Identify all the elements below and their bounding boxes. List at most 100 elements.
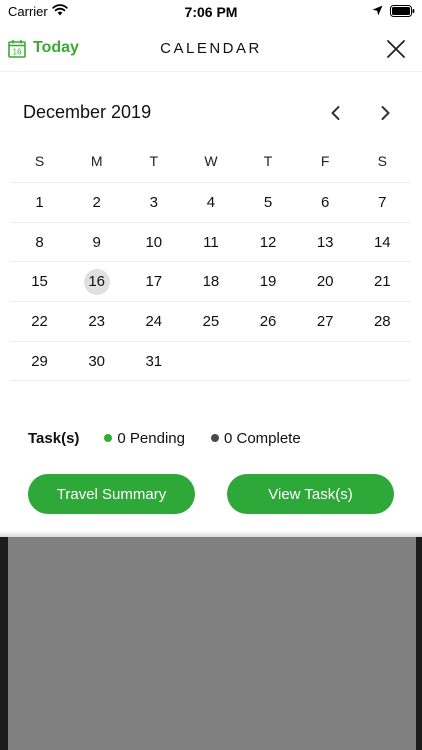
- day-cell[interactable]: 9: [68, 223, 125, 262]
- complete-count: 0 Complete: [223, 429, 301, 447]
- day-cell[interactable]: 2: [68, 183, 125, 222]
- battery-icon: [390, 5, 415, 17]
- day-cell[interactable]: 25: [182, 302, 239, 341]
- day-cell[interactable]: 13: [297, 223, 354, 262]
- day-cell[interactable]: 29: [11, 342, 68, 381]
- week-row: 22 23 24 25 26 27 28: [11, 302, 411, 342]
- selected-day-cell[interactable]: 16: [68, 262, 125, 301]
- day-cell[interactable]: 31: [125, 342, 182, 381]
- empty-day-cell: [240, 342, 297, 381]
- day-cell[interactable]: 27: [297, 302, 354, 341]
- pending-count: 0 Pending: [117, 429, 185, 447]
- day-number: 27: [316, 312, 334, 330]
- day-number: 6: [321, 193, 330, 211]
- day-cell[interactable]: 22: [11, 302, 68, 341]
- day-number: 30: [88, 352, 106, 370]
- week-row: 8 9 10 11 12 13 14: [11, 223, 411, 263]
- close-icon[interactable]: [386, 39, 406, 59]
- location-arrow-icon: [372, 5, 383, 16]
- weekday-label: W: [204, 153, 218, 169]
- day-number: 11: [203, 233, 219, 251]
- day-number: 7: [378, 193, 387, 211]
- weekday-label: M: [90, 153, 103, 169]
- day-number: 29: [31, 352, 48, 370]
- day-cell[interactable]: 19: [240, 262, 297, 301]
- day-cell[interactable]: 3: [125, 183, 182, 222]
- day-number: 20: [316, 273, 334, 291]
- day-cell[interactable]: 10: [125, 223, 182, 262]
- day-number: 9: [92, 233, 101, 251]
- day-cell[interactable]: 14: [354, 223, 411, 262]
- day-number: 14: [373, 233, 391, 251]
- day-number: 21: [373, 273, 391, 291]
- day-number: 26: [259, 312, 277, 330]
- page-title: CALENDAR: [160, 40, 262, 57]
- day-number: 19: [259, 273, 277, 291]
- day-number: 15: [31, 273, 48, 291]
- empty-day-cell: [297, 342, 354, 381]
- day-cell[interactable]: 30: [68, 342, 125, 381]
- day-cell[interactable]: 28: [354, 302, 411, 341]
- view-tasks-button[interactable]: View Task(s): [227, 474, 394, 514]
- weekday-label: T: [263, 153, 273, 169]
- week-row: 1 2 3 4 5 6 7: [11, 183, 411, 223]
- status-bar: Carrier 7:06 PM: [0, 0, 422, 24]
- weekday-label: T: [149, 153, 159, 169]
- selected-day-number: 16: [83, 268, 110, 295]
- day-cell[interactable]: 23: [68, 302, 125, 341]
- day-number: 12: [259, 233, 277, 251]
- pending-dot-icon: [104, 434, 113, 442]
- day-number: 17: [145, 273, 163, 291]
- day-number: 28: [373, 312, 391, 330]
- day-cell[interactable]: 12: [240, 223, 297, 262]
- day-cell[interactable]: 26: [240, 302, 297, 341]
- week-row: 15 16 17 18 19 20 21: [11, 262, 411, 303]
- day-number: 31: [145, 352, 163, 370]
- day-cell[interactable]: 15: [11, 262, 68, 301]
- day-cell[interactable]: 17: [125, 262, 182, 301]
- weekday-label: S: [34, 153, 45, 169]
- status-time: 7:06 PM: [184, 4, 238, 20]
- tasks-label: Task(s): [28, 429, 80, 447]
- sheet-bottom-edge: [0, 531, 422, 537]
- day-cell[interactable]: 24: [125, 302, 182, 341]
- day-cell[interactable]: 5: [240, 183, 297, 222]
- empty-day-cell: [182, 342, 239, 381]
- weekday-label: F: [320, 153, 330, 169]
- day-cell[interactable]: 1: [11, 183, 68, 222]
- day-number: 13: [316, 233, 334, 251]
- chevron-left-icon[interactable]: [326, 103, 346, 123]
- chevron-right-icon[interactable]: [375, 103, 395, 123]
- day-number: 1: [35, 193, 44, 211]
- empty-day-cell: [354, 342, 411, 381]
- day-cell[interactable]: 8: [11, 223, 68, 262]
- day-number: 22: [31, 312, 48, 330]
- day-number: 3: [149, 193, 158, 211]
- day-number: 24: [145, 312, 163, 330]
- day-cell[interactable]: 18: [182, 262, 239, 301]
- day-cell[interactable]: 20: [297, 262, 354, 301]
- day-number: 8: [35, 233, 44, 251]
- day-cell[interactable]: 6: [297, 183, 354, 222]
- day-cell[interactable]: 4: [182, 183, 239, 222]
- map-background: [8, 536, 416, 750]
- day-number: 4: [206, 193, 216, 211]
- tasks-summary: Task(s) 0 Pending 0 Complete: [28, 428, 301, 448]
- day-number: 10: [145, 233, 163, 251]
- week-row: 29 30 31: [11, 342, 411, 382]
- travel-summary-button[interactable]: Travel Summary: [28, 474, 195, 514]
- day-number: 2: [92, 193, 101, 211]
- calendar-grid: 1 2 3 4 5 6 7 8 9 10 11 12 13 14 15 16 1…: [11, 183, 411, 382]
- day-number: 5: [263, 193, 273, 211]
- month-title: December 2019: [23, 102, 152, 122]
- day-cell[interactable]: 21: [354, 262, 411, 301]
- pending-status: 0 Pending: [104, 430, 185, 447]
- header: 16 Today CALENDAR: [0, 24, 422, 72]
- day-number: 25: [202, 312, 220, 330]
- complete-dot-icon: [210, 434, 219, 442]
- day-number: 18: [202, 273, 220, 291]
- day-number: 23: [88, 312, 106, 330]
- weekday-label: S: [377, 153, 387, 169]
- day-cell[interactable]: 7: [354, 183, 411, 222]
- day-cell[interactable]: 11: [182, 223, 239, 262]
